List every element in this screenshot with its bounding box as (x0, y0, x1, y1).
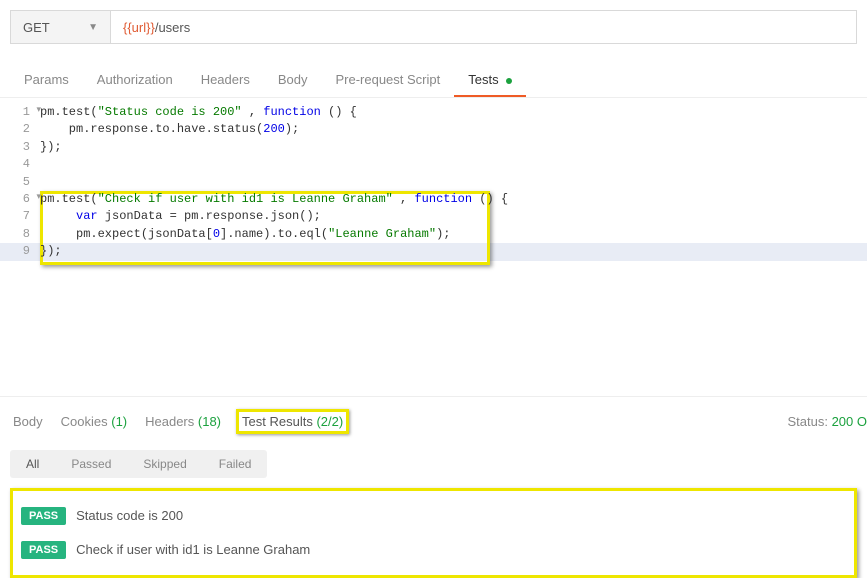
code-content[interactable]: pm.test("Status code is 200" , function … (40, 104, 867, 121)
test-result-label: Status code is 200 (76, 508, 183, 523)
test-result-row: PASS Status code is 200 (21, 499, 846, 533)
line-number: 4 (0, 156, 40, 173)
resp-tab-test-results[interactable]: Test Results (2/2) (236, 409, 349, 434)
code-line[interactable]: 6▾pm.test("Check if user with id1 is Lea… (0, 191, 867, 208)
test-result-row: PASS Check if user with id1 is Leanne Gra… (21, 533, 846, 567)
url-input[interactable]: {{url}}/users (110, 10, 857, 44)
line-number: 7 (0, 208, 40, 225)
tab-prerequest[interactable]: Pre-request Script (321, 64, 454, 97)
response-section: Body Cookies (1) Headers (18) Test Resul… (0, 396, 867, 578)
url-variable: {{url}} (123, 20, 155, 35)
code-line[interactable]: 5 (0, 174, 867, 191)
code-content[interactable]: pm.response.to.have.status(200); (40, 121, 867, 138)
code-editor[interactable]: 1▾pm.test("Status code is 200" , functio… (0, 98, 867, 281)
request-bar: GET ▼ {{url}}/users (0, 0, 867, 44)
tab-authorization[interactable]: Authorization (83, 64, 187, 97)
resp-tab-headers[interactable]: Headers (18) (142, 412, 224, 431)
tab-body[interactable]: Body (264, 64, 322, 97)
pass-badge: PASS (21, 541, 66, 559)
response-status: Status: 200 O (787, 414, 867, 429)
line-number: 6▾ (0, 191, 40, 208)
resp-tab-body[interactable]: Body (10, 412, 46, 431)
test-results-list: PASS Status code is 200 PASS Check if user … (10, 488, 857, 578)
code-line[interactable]: 1▾pm.test("Status code is 200" , functio… (0, 104, 867, 121)
line-number: 1▾ (0, 104, 40, 121)
response-tabs: Body Cookies (1) Headers (18) Test Resul… (0, 397, 867, 446)
filter-all[interactable]: All (10, 450, 55, 478)
tab-params[interactable]: Params (10, 64, 83, 97)
code-line[interactable]: 8 pm.expect(jsonData[0].name).to.eql("Le… (0, 226, 867, 243)
line-number: 5 (0, 174, 40, 191)
code-content[interactable] (40, 174, 867, 191)
code-content[interactable]: }); (40, 243, 867, 260)
line-number: 9 (0, 243, 40, 260)
line-number: 3 (0, 139, 40, 156)
code-line[interactable]: 7 var jsonData = pm.response.json(); (0, 208, 867, 225)
code-content[interactable]: pm.test("Check if user with id1 is Leann… (40, 191, 867, 208)
code-line[interactable]: 9}); (0, 243, 867, 260)
filter-failed[interactable]: Failed (203, 450, 268, 478)
code-content[interactable]: }); (40, 139, 867, 156)
modified-indicator-icon (506, 78, 512, 84)
url-path: /users (155, 20, 190, 35)
filter-passed[interactable]: Passed (55, 450, 127, 478)
chevron-down-icon: ▼ (88, 22, 98, 33)
code-content[interactable]: pm.expect(jsonData[0].name).to.eql("Lean… (40, 226, 867, 243)
code-line[interactable]: 3}); (0, 139, 867, 156)
tab-tests[interactable]: Tests (454, 64, 526, 97)
pass-badge: PASS (21, 507, 66, 525)
code-content[interactable]: var jsonData = pm.response.json(); (40, 208, 867, 225)
test-result-label: Check if user with id1 is Leanne Graham (76, 542, 310, 557)
request-tabs: Params Authorization Headers Body Pre-re… (0, 44, 867, 98)
line-number: 8 (0, 226, 40, 243)
resp-tab-cookies[interactable]: Cookies (1) (58, 412, 130, 431)
http-method-select[interactable]: GET ▼ (10, 10, 110, 44)
http-method-value: GET (23, 20, 50, 35)
filter-skipped[interactable]: Skipped (127, 450, 202, 478)
line-number: 2 (0, 121, 40, 138)
tab-headers[interactable]: Headers (187, 64, 264, 97)
code-line[interactable]: 4 (0, 156, 867, 173)
code-line[interactable]: 2 pm.response.to.have.status(200); (0, 121, 867, 138)
code-content[interactable] (40, 156, 867, 173)
result-filter-tabs: All Passed Skipped Failed (10, 450, 267, 478)
